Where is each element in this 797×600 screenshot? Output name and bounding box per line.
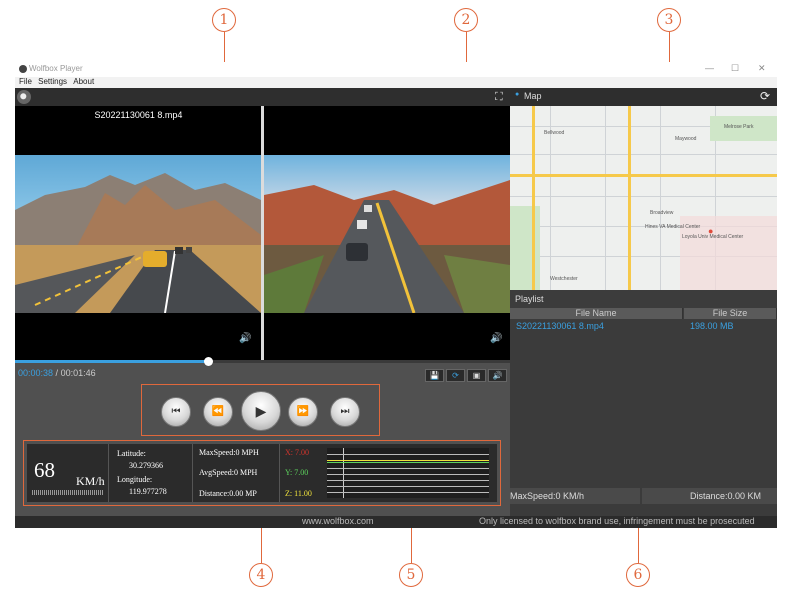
rear-camera-view[interactable] — [264, 155, 510, 313]
speed-scale — [32, 490, 104, 495]
map-view[interactable]: Bellwood Maywood Broadview Westchester L… — [510, 106, 777, 290]
mini-toolbar: 💾 ⟳ ▣ 🔊 — [425, 369, 507, 382]
video-divider — [261, 106, 264, 360]
gsensor-y: Y: 7.00 — [285, 468, 309, 477]
playlist-panel: File Name File Size S20221130061 8.mp4 1… — [510, 308, 777, 516]
graph-line — [327, 460, 489, 461]
minimize-button[interactable]: — — [705, 63, 714, 73]
graph-line — [327, 486, 489, 487]
video-filename: S20221130061 8.mp4 — [94, 110, 183, 120]
video-area: ⛶ S20221130061 8.mp4 🔊 🔊 — [15, 88, 510, 360]
callout-2: 2 — [454, 8, 478, 32]
footer-bar: www.wolfbox.com Only licensed to wolfbox… — [15, 516, 777, 528]
map-label: Westchester — [550, 276, 578, 282]
graph-line — [327, 454, 489, 455]
graph-line — [327, 462, 489, 463]
map-header: ● Map ⟳ — [510, 88, 777, 106]
close-button[interactable]: ✕ — [758, 63, 766, 74]
playlist-header: Playlist — [510, 290, 777, 308]
play-button[interactable]: ▶ — [241, 391, 281, 431]
screen-icon[interactable]: ▣ — [467, 369, 486, 382]
player-panel: ⛶ S20221130061 8.mp4 🔊 🔊 00:00:38 / 00:0… — [15, 88, 510, 516]
website-link[interactable]: www.wolfbox.com — [302, 516, 374, 526]
rear-volume-icon[interactable]: 🔊 — [490, 333, 502, 344]
time-display: 00:00:38 / 00:01:46 — [18, 368, 96, 378]
telemetry-panel: 68 KM/h Latitude: 30.279366 Longitude: 1… — [23, 440, 501, 506]
window-title: Wolfbox Player — [29, 64, 83, 73]
trip-stats: MaxSpeed:0 MPH AvgSpeed:0 MPH Distance:0… — [195, 444, 280, 502]
app-logo-icon — [19, 65, 27, 73]
rotate-icon[interactable]: ⟳ — [446, 369, 465, 382]
gsensor-z: Z: 11.00 — [285, 489, 312, 498]
gsensor-values: X: 7.00 Y: 7.00 Z: 11.00 — [283, 444, 333, 502]
next-button[interactable]: ⏭ — [330, 397, 360, 427]
video-top-strip: ⛶ — [15, 88, 510, 106]
progress-bar[interactable] — [15, 357, 510, 366]
callout-5: 5 — [399, 563, 423, 587]
map-pin-icon: ● — [708, 226, 714, 236]
current-time: 00:00:38 — [18, 368, 54, 378]
map-label: Bellwood — [544, 130, 565, 136]
save-icon[interactable]: 💾 — [425, 369, 444, 382]
total-time: 00:01:46 — [60, 368, 96, 378]
camera-icon[interactable] — [17, 90, 31, 104]
playlist-max-speed: MaxSpeed:0 KM/h — [510, 488, 640, 504]
license-notice: Only licensed to wolfbox brand use, infr… — [479, 516, 755, 526]
longitude-value: 119.977278 — [129, 487, 167, 496]
callout-1: 1 — [212, 8, 236, 32]
avg-speed: AvgSpeed:0 MPH — [199, 468, 258, 477]
callout-4: 4 — [249, 563, 273, 587]
fullscreen-icon[interactable]: ⛶ — [495, 91, 503, 104]
menu-settings[interactable]: Settings — [38, 77, 67, 86]
maximize-button[interactable]: ☐ — [731, 63, 739, 74]
map-dot-icon: ● — [515, 91, 520, 98]
row-file-size: 198.00 MB — [690, 321, 734, 331]
progress-handle[interactable] — [204, 357, 214, 366]
row-file-name[interactable]: S20221130061 8.mp4 — [516, 321, 604, 331]
map-label: Maywood — [675, 136, 697, 142]
latitude-label: Latitude: — [117, 449, 146, 458]
speed-gauge: 68 KM/h — [27, 444, 109, 502]
gsensor-graph — [327, 448, 489, 498]
playback-controls: ⏮ ⏪ ▶ ⏩ ⏭ — [141, 384, 380, 436]
progress-fill — [15, 360, 209, 363]
map-label: Broadview — [650, 210, 674, 216]
latitude-value: 30.279366 — [129, 461, 163, 470]
menu-file[interactable]: File — [19, 77, 32, 86]
map-label: Melrose Park — [724, 124, 754, 130]
speed-value: 68 — [34, 458, 55, 482]
previous-button[interactable]: ⏮ — [161, 397, 191, 427]
graph-cursor — [343, 448, 344, 498]
callout-3: 3 — [657, 8, 681, 32]
max-speed: MaxSpeed:0 MPH — [199, 448, 259, 457]
rewind-button[interactable]: ⏪ — [203, 397, 233, 427]
graph-line — [327, 468, 489, 469]
menu-about[interactable]: About — [73, 77, 94, 86]
menu-bar: File Settings About — [15, 77, 777, 88]
speed-unit: KM/h — [76, 474, 105, 488]
graph-line — [327, 480, 489, 481]
distance: Distance:0.00 MP — [199, 489, 257, 498]
playlist-distance: Distance:0.00 KM — [642, 488, 777, 504]
column-file-name[interactable]: File Name — [510, 308, 683, 319]
front-volume-icon[interactable]: 🔊 — [239, 333, 251, 344]
front-road-scene — [15, 173, 261, 313]
map-refresh-icon[interactable]: ⟳ — [760, 89, 770, 103]
map-title: Map — [524, 91, 542, 101]
map-label: Hines VA Medical Center — [645, 224, 701, 230]
playlist-title: Playlist — [515, 294, 544, 304]
longitude-label: Longitude: — [117, 475, 153, 484]
gsensor-x: X: 7.00 — [285, 448, 309, 457]
gps-coordinates: Latitude: 30.279366 Longitude: 119.97727… — [111, 444, 193, 502]
callout-6: 6 — [626, 563, 650, 587]
fast-forward-button[interactable]: ⏩ — [288, 397, 318, 427]
time-separator: / — [53, 368, 61, 378]
graph-line — [327, 492, 489, 493]
window-titlebar: Wolfbox Player — ☐ ✕ — [15, 62, 777, 77]
rear-road-scene — [264, 180, 510, 313]
front-camera-view[interactable] — [15, 155, 261, 313]
column-file-size[interactable]: File Size — [684, 308, 777, 319]
mute-icon[interactable]: 🔊 — [488, 369, 507, 382]
graph-line — [327, 474, 489, 475]
